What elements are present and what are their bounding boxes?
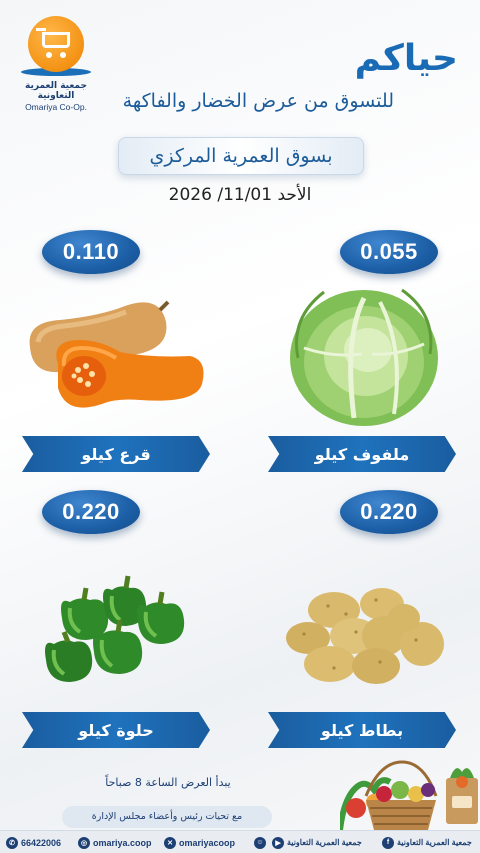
instagram-handle: omariya.coop — [93, 837, 152, 848]
subline: للتسوق من عرض الخضار والفاكهة — [122, 90, 394, 112]
logo-name-english: Omariya Co-Op. — [25, 102, 87, 112]
green-pepper-icon — [45, 575, 185, 682]
price-badge-cabbage: 0.055 — [340, 230, 438, 274]
price-badge-potato: 0.220 — [340, 490, 438, 534]
cart-logo-icon — [28, 16, 84, 72]
x-handle: omariyacoop — [179, 837, 236, 848]
board-greeting: مع تحيات رئيس وأعضاء مجلس الإدارة — [62, 806, 272, 828]
product-label-potato: بطاط كيلو — [268, 712, 456, 748]
butternut-squash-icon — [29, 300, 204, 408]
product-label-cabbage: ملفوف كيلو — [268, 436, 456, 472]
facebook-icon: f — [382, 836, 394, 849]
snapchat-contact[interactable]: ☺ — [254, 835, 266, 850]
x-contact[interactable]: ✕ omariyacoop — [164, 835, 235, 850]
youtube-contact[interactable]: جمعية العمرية التعاونية ▶ — [272, 835, 362, 850]
price-badge-pepper: 0.220 — [42, 490, 140, 534]
social-footer-bar: ✆ 66422006 ◎ omariya.coop ✕ omariyacoop … — [0, 830, 480, 853]
market-name-banner: بسوق العمرية المركزي — [118, 137, 364, 175]
x-icon: ✕ — [164, 836, 176, 849]
instagram-icon: ◎ — [78, 836, 90, 849]
product-label-squash: قرع كيلو — [22, 436, 210, 472]
cabbage-icon — [290, 288, 438, 426]
logo-name-arabic: جمعية العمرية التعاونية — [25, 81, 87, 101]
phone-contact[interactable]: ✆ 66422006 — [6, 835, 61, 850]
facebook-name: جمعية العمرية التعاونية — [397, 838, 472, 847]
offer-date: الأحد 11/01/ 2026 — [168, 185, 312, 205]
vegetable-basket-icon — [340, 760, 478, 830]
price-badge-squash: 0.110 — [42, 230, 140, 274]
youtube-name: جمعية العمرية التعاونية — [287, 838, 362, 847]
instagram-contact[interactable]: ◎ omariya.coop — [78, 835, 152, 850]
headline: حياكم — [354, 38, 458, 79]
youtube-icon: ▶ — [272, 836, 284, 849]
whatsapp-icon: ✆ — [6, 836, 18, 849]
coop-logo: جمعية العمرية التعاونية Omariya Co-Op. — [14, 16, 98, 112]
facebook-contact[interactable]: جمعية العمرية التعاونية f — [382, 835, 472, 850]
phone-number: 66422006 — [21, 837, 62, 848]
offer-start-time: يبدأ العرض الساعة 8 صباحاً — [105, 776, 231, 789]
snapchat-icon: ☺ — [254, 836, 266, 849]
product-label-pepper: حلوة كيلو — [22, 712, 210, 748]
potato-icon — [286, 588, 444, 684]
